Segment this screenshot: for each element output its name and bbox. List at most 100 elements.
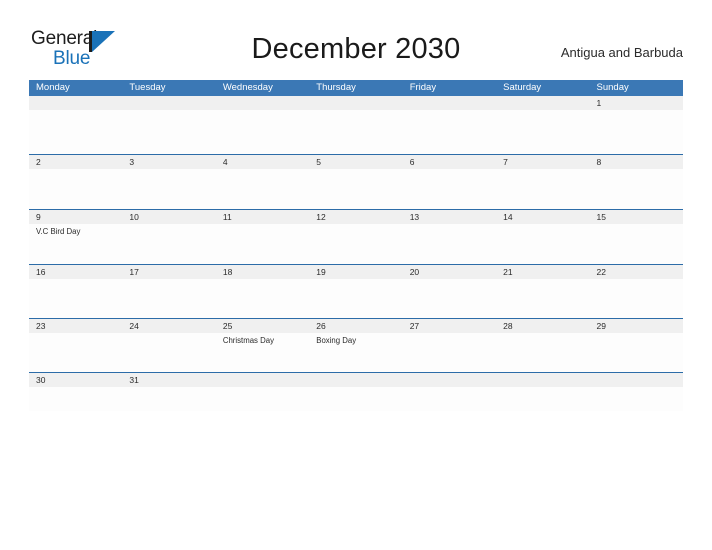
day-cell: [496, 279, 589, 318]
day-number[interactable]: 8: [590, 155, 683, 169]
day-number[interactable]: 15: [590, 210, 683, 224]
day-number[interactable]: 6: [403, 155, 496, 169]
day-cell: [309, 110, 402, 154]
day-number-empty: [496, 96, 589, 110]
day-number-empty: [309, 373, 402, 387]
week-daynumber-strip: 2345678: [29, 155, 683, 169]
day-cell: [590, 169, 683, 209]
day-number[interactable]: 1: [590, 96, 683, 110]
day-number[interactable]: 12: [309, 210, 402, 224]
day-cell: [403, 387, 496, 411]
holiday-label: V.C Bird Day: [36, 227, 81, 236]
day-number[interactable]: 26: [309, 319, 402, 333]
day-number[interactable]: 28: [496, 319, 589, 333]
day-cell: [122, 110, 215, 154]
day-cell: [122, 387, 215, 411]
calendar-weeks: 1 2 3 4 5 6 7 8 9 10 11 12 13 14 15 V.C Bird Day 16 17 18 1…: [29, 96, 683, 411]
day-cell: [496, 333, 589, 372]
day-cell: [29, 279, 122, 318]
day-number[interactable]: 16: [29, 265, 122, 279]
week-daynumber-strip: 16 17 18 19 20 21 22: [29, 265, 683, 279]
week-daynumber-strip: 9 10 11 12 13 14 15: [29, 210, 683, 224]
day-number[interactable]: 3: [122, 155, 215, 169]
day-cell: [122, 279, 215, 318]
page-header: General Blue December 2030 Antigua and B…: [0, 0, 712, 78]
day-cell: [496, 110, 589, 154]
day-cell: [590, 224, 683, 264]
holiday-label: Boxing Day: [316, 336, 357, 345]
day-cell: [403, 279, 496, 318]
day-number[interactable]: 7: [496, 155, 589, 169]
calendar-week-row: 2345678: [29, 154, 683, 209]
day-cell: [216, 224, 309, 264]
day-number[interactable]: 29: [590, 319, 683, 333]
week-body-strip: [29, 387, 683, 411]
day-cell: Christmas Day: [216, 333, 309, 372]
day-cell: [29, 169, 122, 209]
day-number[interactable]: 14: [496, 210, 589, 224]
day-cell: [590, 387, 683, 411]
day-cell: [496, 387, 589, 411]
calendar-week-row: 1: [29, 96, 683, 154]
weekday-thursday: Thursday: [316, 82, 356, 93]
calendar-week-row: 16 17 18 19 20 21 22: [29, 264, 683, 318]
day-cell: [309, 224, 402, 264]
day-cell: [403, 333, 496, 372]
day-number[interactable]: 5: [309, 155, 402, 169]
day-cell: [590, 333, 683, 372]
day-cell: [309, 169, 402, 209]
holiday-label: Christmas Day: [222, 336, 274, 345]
day-number[interactable]: 30: [29, 373, 122, 387]
day-number-empty: [29, 96, 122, 110]
calendar-page: General Blue December 2030 Antigua and B…: [0, 0, 712, 550]
day-number-empty: [122, 96, 215, 110]
day-number[interactable]: 18: [216, 265, 309, 279]
calendar-week-row: 9 10 11 12 13 14 15 V.C Bird Day: [29, 209, 683, 264]
weekday-monday: Monday: [36, 82, 70, 93]
week-body-strip: [29, 169, 683, 209]
day-cell: [590, 279, 683, 318]
day-number[interactable]: 17: [122, 265, 215, 279]
day-number[interactable]: 19: [309, 265, 402, 279]
day-number[interactable]: 9: [29, 210, 122, 224]
week-daynumber-strip: 30 31: [29, 373, 683, 387]
day-number[interactable]: 4: [216, 155, 309, 169]
day-number[interactable]: 21: [496, 265, 589, 279]
day-cell: [122, 333, 215, 372]
day-number[interactable]: 22: [590, 265, 683, 279]
day-number[interactable]: 13: [403, 210, 496, 224]
week-body-strip: V.C Bird Day: [29, 224, 683, 264]
day-number[interactable]: 25: [216, 319, 309, 333]
week-body-strip: [29, 279, 683, 318]
country-label: Antigua and Barbuda: [560, 45, 683, 60]
week-body-strip: [29, 110, 683, 154]
day-cell: [496, 169, 589, 209]
weekday-header-row: Monday Tuesday Wednesday Thursday Friday…: [29, 80, 683, 96]
day-number-empty: [403, 373, 496, 387]
day-number[interactable]: 2: [29, 155, 122, 169]
weekday-tuesday: Tuesday: [129, 82, 166, 93]
day-number[interactable]: 31: [122, 373, 215, 387]
weekday-sunday: Sunday: [596, 82, 629, 93]
day-number[interactable]: 20: [403, 265, 496, 279]
day-number[interactable]: 11: [216, 210, 309, 224]
day-cell: [403, 110, 496, 154]
day-number-empty: [216, 373, 309, 387]
weekday-saturday: Saturday: [503, 82, 542, 93]
weekday-wednesday: Wednesday: [222, 82, 273, 93]
day-number-empty: [403, 96, 496, 110]
day-number-empty: [496, 373, 589, 387]
calendar-week-row: 30 31: [29, 372, 683, 411]
day-cell: [590, 110, 683, 154]
day-number[interactable]: 10: [122, 210, 215, 224]
day-cell: [309, 279, 402, 318]
calendar-week-row: 23 24 25 26 27 28 29 Christmas Day Boxing Day: [29, 318, 683, 372]
day-number[interactable]: 24: [122, 319, 215, 333]
day-number[interactable]: 27: [403, 319, 496, 333]
day-cell: [403, 224, 496, 264]
week-daynumber-strip: 1: [29, 96, 683, 110]
day-number-empty: [309, 96, 402, 110]
calendar-grid: Monday Tuesday Wednesday Thursday Friday…: [29, 80, 683, 411]
day-number-empty: [590, 373, 683, 387]
day-number[interactable]: 23: [29, 319, 122, 333]
